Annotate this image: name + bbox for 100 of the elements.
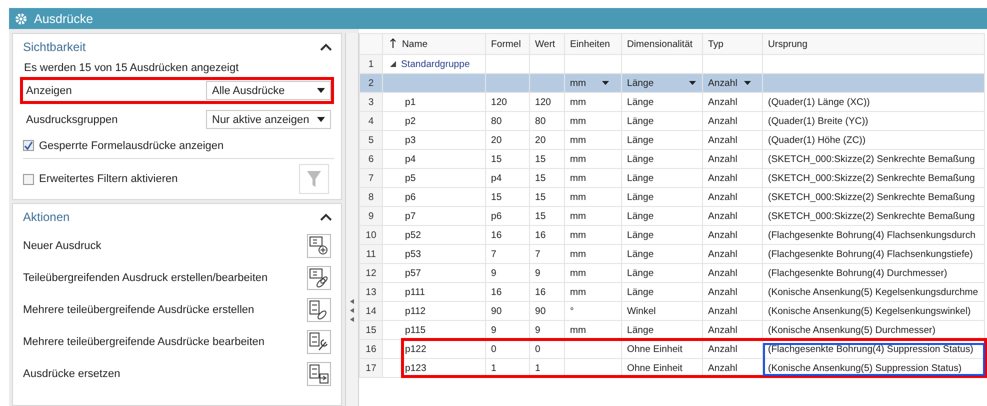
row-number: 16 — [360, 340, 382, 358]
table-cell: p115 — [382, 320, 486, 340]
funnel-icon — [306, 170, 322, 188]
action-button[interactable] — [307, 234, 331, 258]
action-label[interactable]: Mehrere teileübergreifende Ausdrücke bearbeiten — [23, 336, 265, 348]
origin-cell: (SKETCH_000:Skizze(2) Senkrechte Bemaßung — [762, 188, 984, 206]
checkbox-label: Erweitertes Filtern aktivieren — [39, 173, 179, 185]
table-cell: Länge — [622, 92, 702, 112]
checkbox[interactable] — [23, 140, 34, 151]
table-cell: 16 — [530, 282, 564, 302]
table-cell: Länge — [622, 282, 702, 302]
table-cell: p52 — [382, 226, 486, 244]
row-number: 17 — [360, 358, 382, 378]
table-cell: 15 — [530, 206, 564, 226]
table-cell: 16 — [486, 282, 530, 302]
splitter-handle[interactable] — [345, 33, 359, 406]
column-header[interactable]: Einheiten — [564, 34, 622, 54]
table-cell: p1 — [382, 92, 486, 112]
chevron-icon[interactable] — [320, 213, 332, 221]
row-number: 15 — [360, 320, 382, 340]
action-label[interactable]: Mehrere teileübergreifende Ausdrücke erstellen — [23, 304, 254, 316]
filter-dropdown[interactable]: Anzahl — [702, 74, 762, 92]
table-cell: mm — [564, 188, 622, 206]
table-cell: 16 — [530, 226, 564, 244]
table-cell: mm — [564, 264, 622, 282]
table-cell: p6 — [486, 206, 530, 226]
replace-icon — [308, 363, 330, 385]
table-cell: mm — [564, 226, 622, 244]
row-number: 8 — [360, 188, 382, 206]
row-number: 3 — [360, 92, 382, 112]
dropdown[interactable]: Alle Ausdrücke — [206, 81, 331, 100]
summary-text: Es werden 15 von 15 Ausdrücken angezeigt — [24, 62, 240, 74]
origin-cell: (SKETCH_000:Skizze(2) Senkrechte Bemaßung — [762, 168, 984, 188]
table-cell: 20 — [486, 130, 530, 150]
table-cell: 0 — [486, 340, 530, 358]
column-header[interactable]: Typ — [702, 34, 762, 54]
caret-icon — [744, 80, 751, 84]
row-number: 14 — [360, 302, 382, 320]
row-number: 13 — [360, 282, 382, 302]
table-cell: 15 — [530, 168, 564, 188]
chevron-icon[interactable] — [320, 43, 332, 51]
table-cell: 0 — [530, 340, 564, 358]
table-cell: Länge — [622, 264, 702, 282]
action-label[interactable]: Ausdrücke ersetzen — [23, 368, 120, 380]
table-cell: 9 — [530, 264, 564, 282]
table-cell: p123 — [382, 358, 486, 378]
table-cell: p3 — [382, 130, 486, 150]
table-cell: Anzahl — [702, 130, 762, 150]
collapse-arrows-icon — [349, 298, 355, 324]
table-cell: 15 — [486, 150, 530, 168]
filter-dropdown[interactable]: mm — [564, 74, 622, 92]
table-cell: Anzahl — [702, 226, 762, 244]
table-cell: 9 — [486, 264, 530, 282]
table-cell: Anzahl — [702, 340, 762, 358]
action-button[interactable] — [307, 330, 331, 354]
table-cell: mm — [564, 168, 622, 188]
table-cell: mm — [564, 150, 622, 168]
origin-cell: (Konische Ansenkung(5) Kegelsenkungswinkel) — [762, 302, 984, 320]
table-cell: 15 — [530, 188, 564, 206]
table-cell: ° — [564, 302, 622, 320]
table-cell: Anzahl — [702, 264, 762, 282]
gear-icon — [15, 12, 27, 24]
action-button[interactable] — [307, 298, 331, 322]
table-cell: Länge — [622, 150, 702, 168]
table-cell: 7 — [486, 244, 530, 264]
table-cell: 90 — [486, 302, 530, 320]
row-number: 11 — [360, 244, 382, 264]
checkbox-label: Gesperrte Formelausdrücke anzeigen — [39, 140, 225, 152]
table-cell: mm — [564, 130, 622, 150]
row-number: 4 — [360, 112, 382, 130]
dropdown[interactable]: Nur aktive anzeigen — [206, 110, 331, 129]
origin-cell: (Quader(1) Länge (XC)) — [762, 92, 984, 112]
table-cell: 120 — [530, 92, 564, 112]
column-header[interactable]: Wert — [530, 34, 564, 54]
checkbox[interactable] — [23, 174, 34, 184]
table-cell: 7 — [530, 244, 564, 264]
table-cell: mm — [564, 244, 622, 264]
column-header[interactable]: Name — [382, 34, 486, 54]
action-label[interactable]: Neuer Ausdruck — [23, 240, 102, 252]
table-cell: 80 — [530, 112, 564, 130]
table-cell: Länge — [622, 188, 702, 206]
filter-dropdown[interactable]: Länge — [622, 74, 702, 92]
column-header[interactable]: Ursprung — [762, 34, 984, 54]
table-cell: p5 — [382, 168, 486, 188]
column-header[interactable]: Dimensionalität — [622, 34, 702, 54]
column-header[interactable]: Formel — [486, 34, 530, 54]
table-cell: Länge — [622, 168, 702, 188]
action-label[interactable]: Teileübergreifenden Ausdruck erstellen/bearbeiten — [23, 272, 268, 284]
table-cell: Ohne Einheit — [622, 340, 702, 358]
row-number: 1 — [360, 54, 382, 74]
table-cell: p111 — [382, 282, 486, 302]
table-cell: Anzahl — [702, 112, 762, 130]
row-number: 9 — [360, 206, 382, 226]
action-button[interactable] — [307, 266, 331, 290]
table-cell: Anzahl — [702, 244, 762, 264]
row-number: 12 — [360, 264, 382, 282]
table-cell: Länge — [622, 206, 702, 226]
table-cell: Anzahl — [702, 168, 762, 188]
action-button[interactable] — [307, 362, 331, 386]
link-icon — [308, 267, 330, 289]
